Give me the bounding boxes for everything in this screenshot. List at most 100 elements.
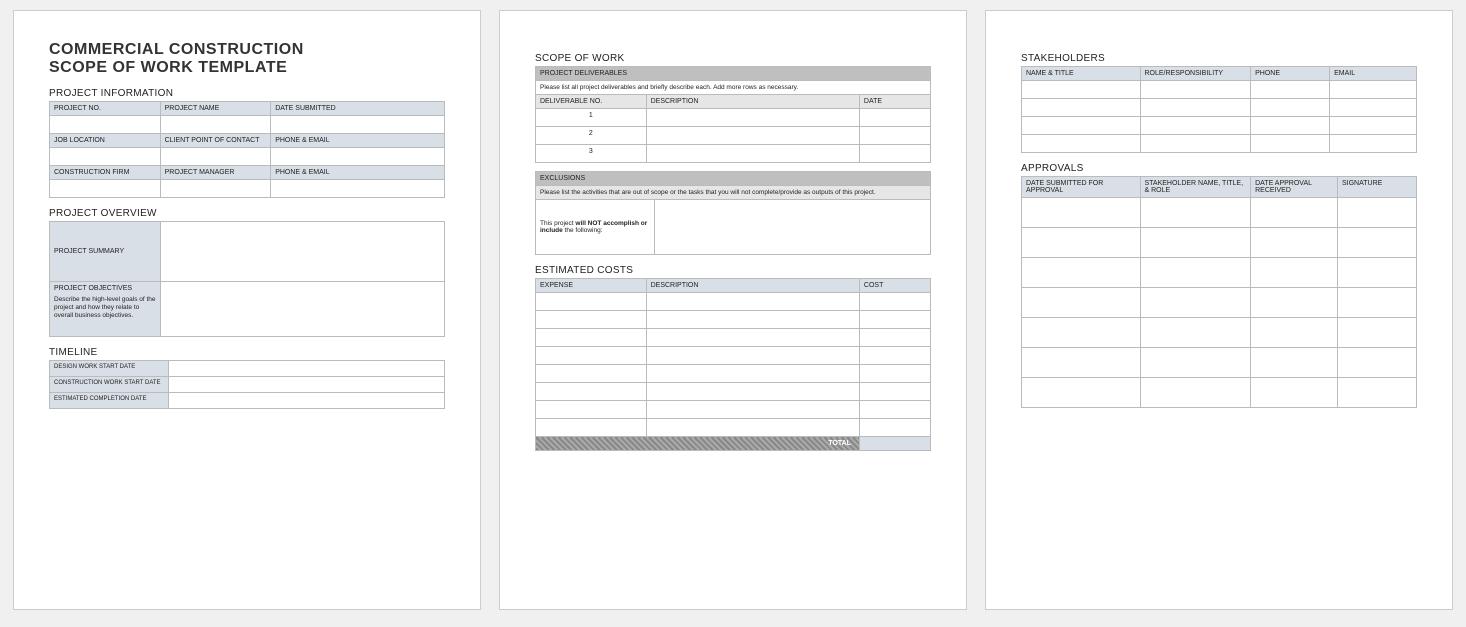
sh-phone-3[interactable]	[1251, 117, 1330, 135]
input-est-complete[interactable]	[168, 392, 445, 408]
expdesc-5[interactable]	[646, 365, 859, 383]
col-deliverable-desc: DESCRIPTION	[646, 95, 859, 109]
deliv-desc-1[interactable]	[646, 109, 859, 127]
deliv-desc-2[interactable]	[646, 127, 859, 145]
ap-sig-7[interactable]	[1337, 378, 1416, 408]
ap-date-6[interactable]	[1022, 348, 1141, 378]
ap-name-7[interactable]	[1140, 378, 1251, 408]
ap-name-4[interactable]	[1140, 288, 1251, 318]
input-construction-start[interactable]	[168, 376, 445, 392]
ap-rec-2[interactable]	[1251, 228, 1338, 258]
sh-role-2[interactable]	[1140, 99, 1251, 117]
deliv-date-1[interactable]	[859, 109, 930, 127]
ap-rec-4[interactable]	[1251, 288, 1338, 318]
input-construction-firm[interactable]	[50, 179, 161, 197]
label-project-name: PROJECT NAME	[160, 101, 271, 115]
ap-rec-1[interactable]	[1251, 198, 1338, 228]
expense-3[interactable]	[536, 329, 647, 347]
ap-rec-6[interactable]	[1251, 348, 1338, 378]
cost-6[interactable]	[859, 383, 930, 401]
cost-3[interactable]	[859, 329, 930, 347]
cost-1[interactable]	[859, 293, 930, 311]
sh-phone-2[interactable]	[1251, 99, 1330, 117]
expdesc-7[interactable]	[646, 401, 859, 419]
ap-sig-3[interactable]	[1337, 258, 1416, 288]
cost-8[interactable]	[859, 419, 930, 437]
expdesc-2[interactable]	[646, 311, 859, 329]
sh-role-4[interactable]	[1140, 135, 1251, 153]
deliv-no-3: 3	[536, 145, 647, 163]
input-project-summary[interactable]	[160, 221, 444, 281]
deliv-date-3[interactable]	[859, 145, 930, 163]
cost-5[interactable]	[859, 365, 930, 383]
ap-date-5[interactable]	[1022, 318, 1141, 348]
expense-7[interactable]	[536, 401, 647, 419]
ap-sig-1[interactable]	[1337, 198, 1416, 228]
sh-role-3[interactable]	[1140, 117, 1251, 135]
input-project-objectives[interactable]	[160, 281, 444, 336]
sh-email-1[interactable]	[1330, 81, 1417, 99]
input-project-manager[interactable]	[160, 179, 271, 197]
expdesc-6[interactable]	[646, 383, 859, 401]
input-design-start[interactable]	[168, 360, 445, 376]
expense-1[interactable]	[536, 293, 647, 311]
ap-name-5[interactable]	[1140, 318, 1251, 348]
expense-5[interactable]	[536, 365, 647, 383]
ap-rec-3[interactable]	[1251, 258, 1338, 288]
ap-date-4[interactable]	[1022, 288, 1141, 318]
ap-name-6[interactable]	[1140, 348, 1251, 378]
sh-email-4[interactable]	[1330, 135, 1417, 153]
expdesc-8[interactable]	[646, 419, 859, 437]
page-1: COMMERCIAL CONSTRUCTION SCOPE OF WORK TE…	[13, 10, 481, 610]
input-phone-email-1[interactable]	[271, 147, 445, 165]
expense-2[interactable]	[536, 311, 647, 329]
ap-rec-7[interactable]	[1251, 378, 1338, 408]
expense-4[interactable]	[536, 347, 647, 365]
cost-4[interactable]	[859, 347, 930, 365]
expdesc-3[interactable]	[646, 329, 859, 347]
section-sow: SCOPE OF WORK	[535, 53, 931, 64]
input-project-name[interactable]	[160, 115, 271, 133]
ap-name-3[interactable]	[1140, 258, 1251, 288]
label-phone-email-2: PHONE & EMAIL	[271, 165, 445, 179]
ap-date-3[interactable]	[1022, 258, 1141, 288]
sh-name-1[interactable]	[1022, 81, 1141, 99]
sh-name-4[interactable]	[1022, 135, 1141, 153]
deliv-date-2[interactable]	[859, 127, 930, 145]
ap-sig-5[interactable]	[1337, 318, 1416, 348]
ap-sig-6[interactable]	[1337, 348, 1416, 378]
expdesc-4[interactable]	[646, 347, 859, 365]
ap-rec-5[interactable]	[1251, 318, 1338, 348]
section-timeline: TIMELINE	[49, 347, 445, 358]
sh-email-2[interactable]	[1330, 99, 1417, 117]
expense-6[interactable]	[536, 383, 647, 401]
sh-name-3[interactable]	[1022, 117, 1141, 135]
sh-name-2[interactable]	[1022, 99, 1141, 117]
input-client-poc[interactable]	[160, 147, 271, 165]
sh-role-1[interactable]	[1140, 81, 1251, 99]
sh-phone-4[interactable]	[1251, 135, 1330, 153]
exclusions-input[interactable]	[654, 200, 931, 255]
ap-name-1[interactable]	[1140, 198, 1251, 228]
sh-email-3[interactable]	[1330, 117, 1417, 135]
expdesc-1[interactable]	[646, 293, 859, 311]
ap-date-1[interactable]	[1022, 198, 1141, 228]
ap-name-2[interactable]	[1140, 228, 1251, 258]
cost-2[interactable]	[859, 311, 930, 329]
input-phone-email-2[interactable]	[271, 179, 445, 197]
col-cost-desc: DESCRIPTION	[646, 279, 859, 293]
cost-7[interactable]	[859, 401, 930, 419]
excl-c: the following:	[563, 227, 603, 234]
ap-sig-4[interactable]	[1337, 288, 1416, 318]
expense-8[interactable]	[536, 419, 647, 437]
label-job-location: JOB LOCATION	[50, 133, 161, 147]
input-date-submitted[interactable]	[271, 115, 445, 133]
col-ap-date-sub: DATE SUBMITTED FOR APPROVAL	[1022, 177, 1141, 198]
deliv-desc-3[interactable]	[646, 145, 859, 163]
sh-phone-1[interactable]	[1251, 81, 1330, 99]
input-job-location[interactable]	[50, 147, 161, 165]
ap-date-7[interactable]	[1022, 378, 1141, 408]
input-project-no[interactable]	[50, 115, 161, 133]
ap-sig-2[interactable]	[1337, 228, 1416, 258]
ap-date-2[interactable]	[1022, 228, 1141, 258]
